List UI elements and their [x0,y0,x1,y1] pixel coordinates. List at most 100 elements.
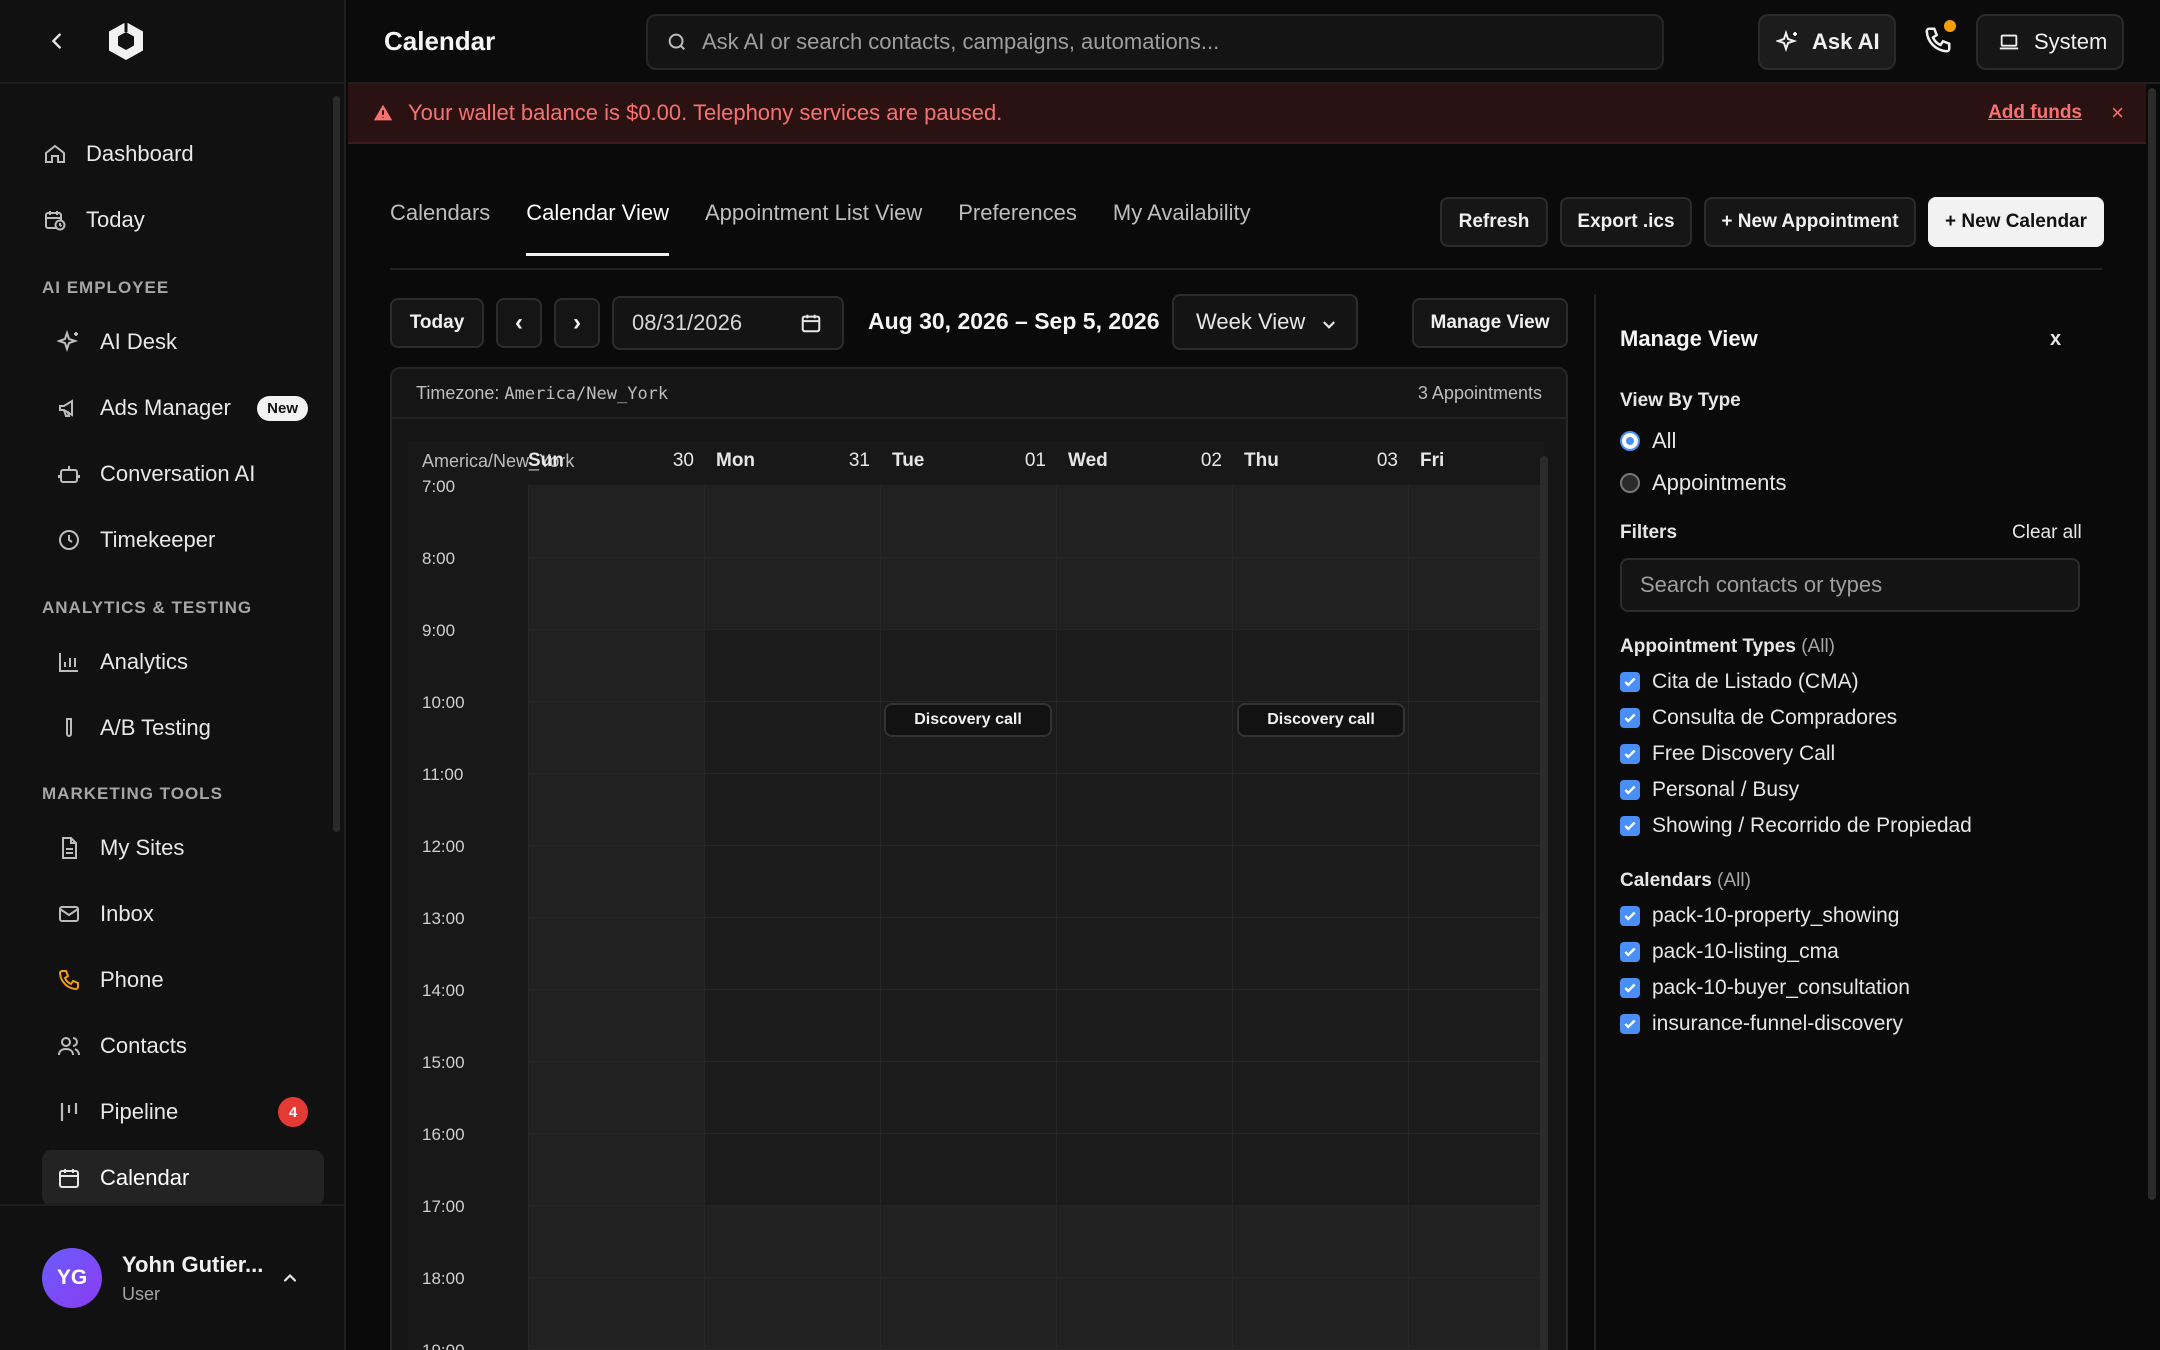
hour-gridline [528,845,1544,846]
tab-my-availability[interactable]: My Availability [1113,200,1251,256]
export-ics-button[interactable]: Export .ics [1560,197,1692,247]
day-header-fri[interactable]: Fri [1408,441,1544,481]
mail-icon [56,901,82,927]
tab-calendar-view[interactable]: Calendar View [526,200,669,256]
checkbox-calendar[interactable]: pack-10-property_showing [1620,904,1899,928]
radio-unselected-icon[interactable] [1620,473,1640,493]
checkbox-checked-icon[interactable] [1620,942,1640,962]
hour-gridline [528,629,1544,630]
tab-appointment-list-view[interactable]: Appointment List View [705,200,922,256]
checkbox-calendar[interactable]: pack-10-listing_cma [1620,940,1839,964]
day-header-thu[interactable]: Thu 03 [1232,441,1408,481]
sidebar-item-dashboard[interactable]: Dashboard [42,126,324,182]
close-icon[interactable]: × [2111,100,2124,126]
checkbox-checked-icon[interactable] [1620,816,1640,836]
day-date: 31 [848,450,870,471]
hour-label: 18:00 [422,1269,465,1288]
sidebar-item-pipeline[interactable]: Pipeline 4 [42,1084,324,1140]
day-header-mon[interactable]: Mon 31 [704,441,880,481]
today-button[interactable]: Today [390,298,484,348]
search-placeholder: Search contacts or types [1640,572,1883,597]
checkbox-checked-icon[interactable] [1620,1014,1640,1034]
sidebar-item-my-sites[interactable]: My Sites [42,820,324,876]
prev-week-button[interactable]: ‹ [496,298,542,348]
calendar-icon[interactable] [800,312,822,334]
sidebar-scrollbar[interactable] [333,96,340,832]
date-picker-input[interactable]: 08/31/2026 [612,296,844,350]
day-gridline [1408,485,1409,1350]
hour-label: 19:00 [422,1341,465,1350]
checkbox-checked-icon[interactable] [1620,672,1640,692]
filter-search-input[interactable]: Search contacts or types [1620,558,2080,612]
checkbox-type[interactable]: Consulta de Compradores [1620,706,1897,730]
clear-all-button[interactable]: Clear all [2012,522,2082,544]
bot-icon [56,461,82,487]
checkbox-checked-icon[interactable] [1620,978,1640,998]
chevron-down-icon [1320,314,1338,340]
manage-view-button[interactable]: Manage View [1412,298,1568,348]
day-gridline [528,485,529,1350]
sidebar-item-phone[interactable]: Phone [42,952,324,1008]
time-grid[interactable]: Discovery call Discovery call [528,485,1544,1350]
add-funds-link[interactable]: Add funds [1988,102,2082,124]
checkbox-checked-icon[interactable] [1620,906,1640,926]
next-week-button[interactable]: › [554,298,600,348]
day-header-sun[interactable]: Sun 30 [528,441,704,481]
day-name: Tue [892,450,925,471]
day-name: Thu [1244,450,1279,471]
view-select[interactable]: Week View [1172,294,1358,350]
new-calendar-button[interactable]: + New Calendar [1928,197,2104,247]
sidebar-item-ads-manager[interactable]: Ads Manager New [42,380,324,436]
checkbox-checked-icon[interactable] [1620,780,1640,800]
calendar-scrollbar[interactable] [1540,456,1548,1350]
appointment-event-thu[interactable]: Discovery call [1237,703,1405,737]
day-header-wed[interactable]: Wed 02 [1056,441,1232,481]
sidebar-item-calendar[interactable]: Calendar [42,1150,324,1204]
new-appointment-button[interactable]: + New Appointment [1704,197,1916,247]
checkbox-label: Showing / Recorrido de Propiedad [1652,814,1972,837]
close-icon[interactable]: x [2050,328,2061,351]
sidebar-item-label: Timekeeper [100,527,216,552]
theme-system-button[interactable]: System [1976,14,2124,70]
refresh-button[interactable]: Refresh [1440,197,1548,247]
checkbox-type[interactable]: Showing / Recorrido de Propiedad [1620,814,1972,838]
checkbox-label: Personal / Busy [1652,778,1800,801]
sidebar-item-conversation-ai[interactable]: Conversation AI [42,446,324,502]
tab-preferences[interactable]: Preferences [958,200,1077,256]
appointment-event-tue[interactable]: Discovery call [884,703,1052,737]
sidebar-item-inbox[interactable]: Inbox [42,886,324,942]
alert-message: Your wallet balance is $0.00. Telephony … [408,100,1003,125]
global-search-input[interactable]: Ask AI or search contacts, campaigns, au… [646,14,1664,70]
checkbox-type[interactable]: Personal / Busy [1620,778,1799,802]
day-header-tue[interactable]: Tue 01 [880,441,1056,481]
chevron-up-icon[interactable] [280,1268,300,1293]
checkbox-type[interactable]: Free Discovery Call [1620,742,1835,766]
date-value: 08/31/2026 [632,310,743,335]
checkbox-calendar[interactable]: insurance-funnel-discovery [1620,1012,1903,1036]
sidebar-item-analytics[interactable]: Analytics [42,634,324,690]
sidebar-item-ai-desk[interactable]: AI Desk [42,314,324,370]
brand-logo-icon[interactable] [104,19,148,63]
back-chevron-icon[interactable] [40,24,74,58]
tab-calendars[interactable]: Calendars [390,200,490,256]
checkbox-label: Consulta de Compradores [1652,706,1898,729]
home-icon [42,141,68,167]
radio-appointments[interactable]: Appointments [1620,470,1787,496]
ask-ai-button[interactable]: Ask AI [1758,14,1896,70]
user-profile[interactable]: YG Yohn Gutier... User [0,1204,346,1350]
radio-all[interactable]: All [1620,428,1676,454]
sidebar-item-today[interactable]: Today [42,192,324,248]
sidebar-item-contacts[interactable]: Contacts [42,1018,324,1074]
checkbox-checked-icon[interactable] [1620,708,1640,728]
sidebar-item-timekeeper[interactable]: Timekeeper [42,512,324,568]
radio-selected-icon[interactable] [1620,431,1640,451]
day-date: 30 [672,450,694,471]
phone-status-button[interactable] [1916,20,1960,64]
sidebar-item-ab-testing[interactable]: A/B Testing [42,700,324,756]
checkbox-calendar[interactable]: pack-10-buyer_consultation [1620,976,1910,1000]
hour-gridline [528,1061,1544,1062]
sidebar-nav: Dashboard Today AI EMPLOYEE AI Desk Ads … [0,84,346,1204]
main-scrollbar[interactable] [2148,88,2156,1200]
checkbox-checked-icon[interactable] [1620,744,1640,764]
checkbox-type[interactable]: Cita de Listado (CMA) [1620,670,1859,694]
